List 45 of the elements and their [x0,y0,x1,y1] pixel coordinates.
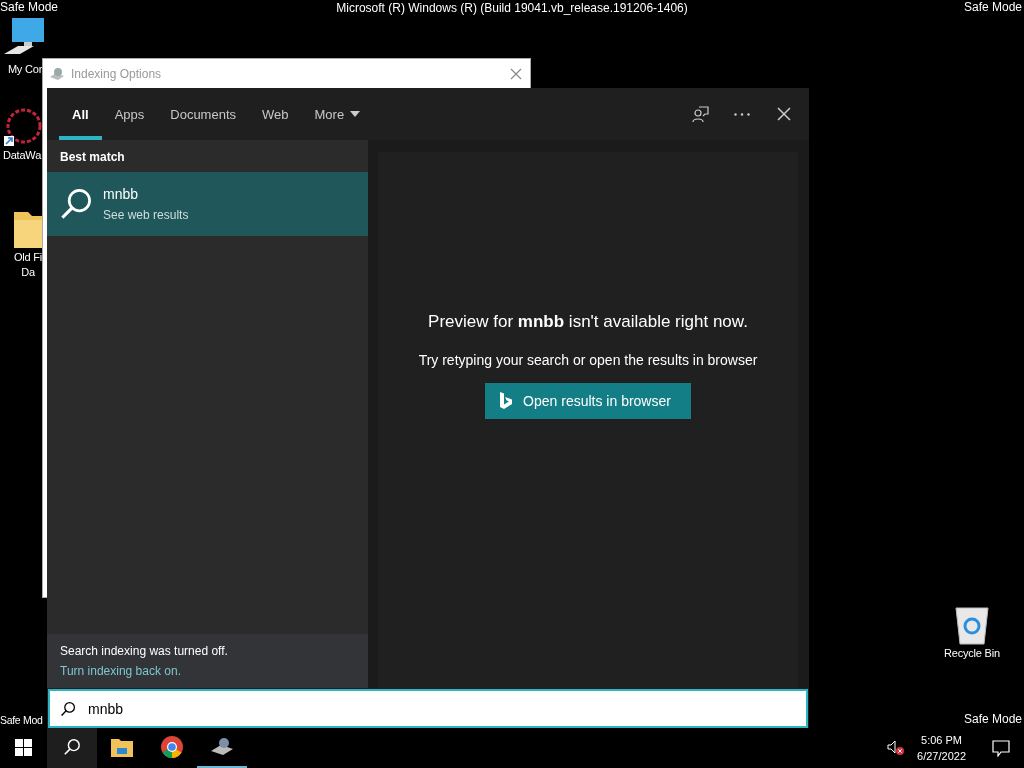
safe-mode-label: Safe Mod [0,714,43,726]
close-icon [777,107,791,121]
result-title: mnbb [103,186,140,202]
result-subtitle: See web results [103,208,189,222]
desktop-icon-label[interactable]: Old Fi [13,250,43,265]
search-icon [60,700,76,717]
safe-mode-label: Safe Mode [963,0,1022,14]
notice-text: Search indexing was turned off. [60,644,229,658]
open-in-browser-button[interactable]: Open results in browser [485,383,691,419]
bing-logo-icon [499,392,514,410]
search-field[interactable]: mnbb [48,689,808,728]
turn-indexing-on-link[interactable]: Turn indexing back on. [60,664,355,678]
search-icon [63,738,81,756]
search-tab[interactable]: Documents [157,88,249,140]
windows-logo-icon [15,738,32,756]
desktop-icon-label[interactable]: Recycle Bin [944,646,1000,661]
build-info-text: Microsoft (R) Windows (R) (Build 19041.vb_release.191206-1406) [336,1,688,15]
search-input[interactable]: mnbb [86,699,796,718]
desktop-icon-label[interactable]: My Cor [7,62,43,77]
clock-date: 6/27/2022 [917,749,966,764]
clock-time: 5:06 PM [921,733,962,748]
window-title: Indexing Options [71,66,163,81]
preview-hint: Try retyping your search or open the results in browser [418,352,758,368]
person-feedback-icon [691,105,709,123]
browser-icon [161,736,183,758]
indexing-app-icon [49,66,65,81]
notification-icon[interactable] [992,739,1010,757]
safe-mode-label: Safe Mode [963,712,1022,726]
ellipsis-icon [734,112,750,116]
taskbar-button[interactable] [47,728,97,768]
clock[interactable]: 5:06 PM 6/27/2022 [917,732,966,764]
close-icon[interactable] [510,67,522,80]
safe-mode-label: Safe Mode [0,0,59,14]
muted-speaker-icon[interactable] [887,740,906,756]
search-tab[interactable]: More [301,88,374,140]
desktop-icon-label[interactable]: DataWa [2,148,42,163]
search-tab[interactable]: Apps [101,88,158,140]
search-tab[interactable]: Web [249,88,302,140]
folder-icon [111,737,133,757]
search-icon [59,187,93,221]
best-match-item[interactable]: mnbb See web results [47,172,368,236]
section-heading: Best match [59,149,126,166]
preview-message: Preview for mnbb isn't available right now. [428,312,748,332]
indexing-app-icon [209,737,235,757]
desktop-icon-label[interactable]: Da [21,265,35,280]
